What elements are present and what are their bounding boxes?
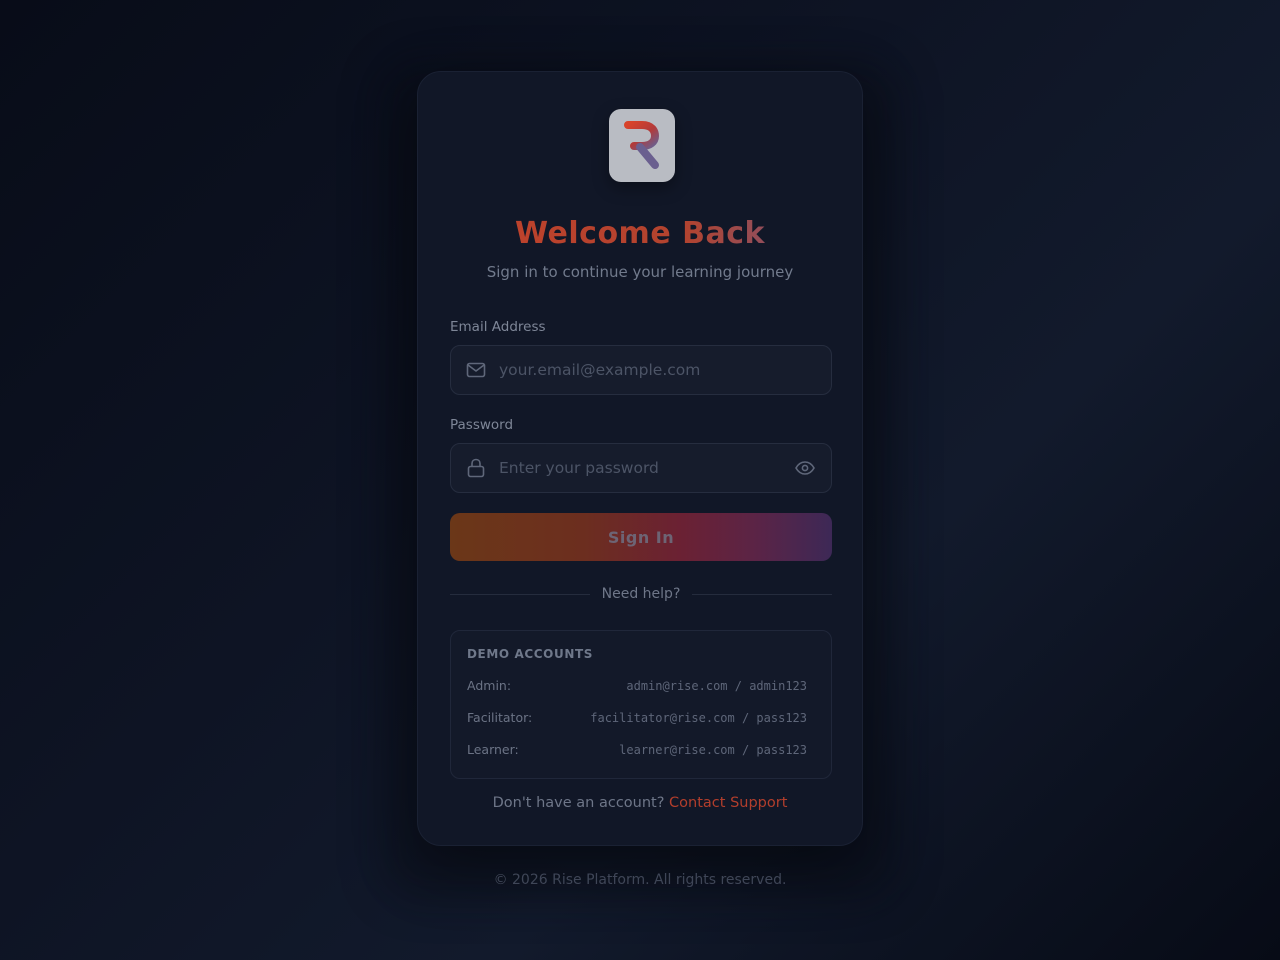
email-field[interactable] (450, 345, 832, 395)
page-title: Welcome Back (418, 216, 862, 251)
demo-credentials: learner@rise.com / pass123 (619, 742, 807, 757)
demo-credentials: admin@rise.com / admin123 (626, 678, 807, 693)
demo-accounts-title: DEMO ACCOUNTS (467, 647, 593, 661)
demo-role: Admin: (467, 678, 512, 693)
sign-in-button[interactable]: Sign In (450, 513, 832, 561)
signup-prompt-text: Don't have an account? (492, 795, 665, 811)
email-label: Email Address (450, 319, 546, 335)
mail-icon (466, 360, 486, 380)
login-card: Welcome Back Sign in to continue your le… (417, 71, 863, 846)
email-input[interactable] (499, 346, 831, 394)
divider-line-left (450, 593, 590, 595)
demo-role: Learner: (467, 742, 519, 757)
contact-support-link[interactable]: Contact Support (669, 795, 787, 811)
demo-account-row-admin: Admin: admin@rise.com / admin123 (467, 678, 807, 693)
logo-r-mark (624, 120, 659, 171)
demo-role: Facilitator: (467, 710, 533, 725)
demo-credentials: facilitator@rise.com / pass123 (590, 710, 807, 725)
password-label: Password (450, 417, 514, 433)
demo-account-row-facilitator: Facilitator: facilitator@rise.com / pass… (467, 710, 807, 725)
demo-accounts-panel: DEMO ACCOUNTS Admin: admin@rise.com / ad… (450, 630, 832, 779)
app-logo (609, 109, 675, 182)
page-subtitle: Sign in to continue your learning journe… (486, 263, 794, 281)
divider-line-right (692, 593, 833, 595)
password-field[interactable] (450, 443, 832, 493)
eye-icon[interactable] (794, 458, 816, 478)
help-divider: Need help? (450, 586, 833, 602)
copyright-text: © 2026 Rise Platform. All rights reserve… (493, 872, 787, 888)
password-input[interactable] (499, 444, 794, 492)
demo-account-row-learner: Learner: learner@rise.com / pass123 (467, 742, 807, 757)
lock-icon (466, 458, 486, 478)
help-text: Need help? (601, 586, 681, 602)
signup-prompt: Don't have an account? Contact Support (418, 795, 862, 811)
